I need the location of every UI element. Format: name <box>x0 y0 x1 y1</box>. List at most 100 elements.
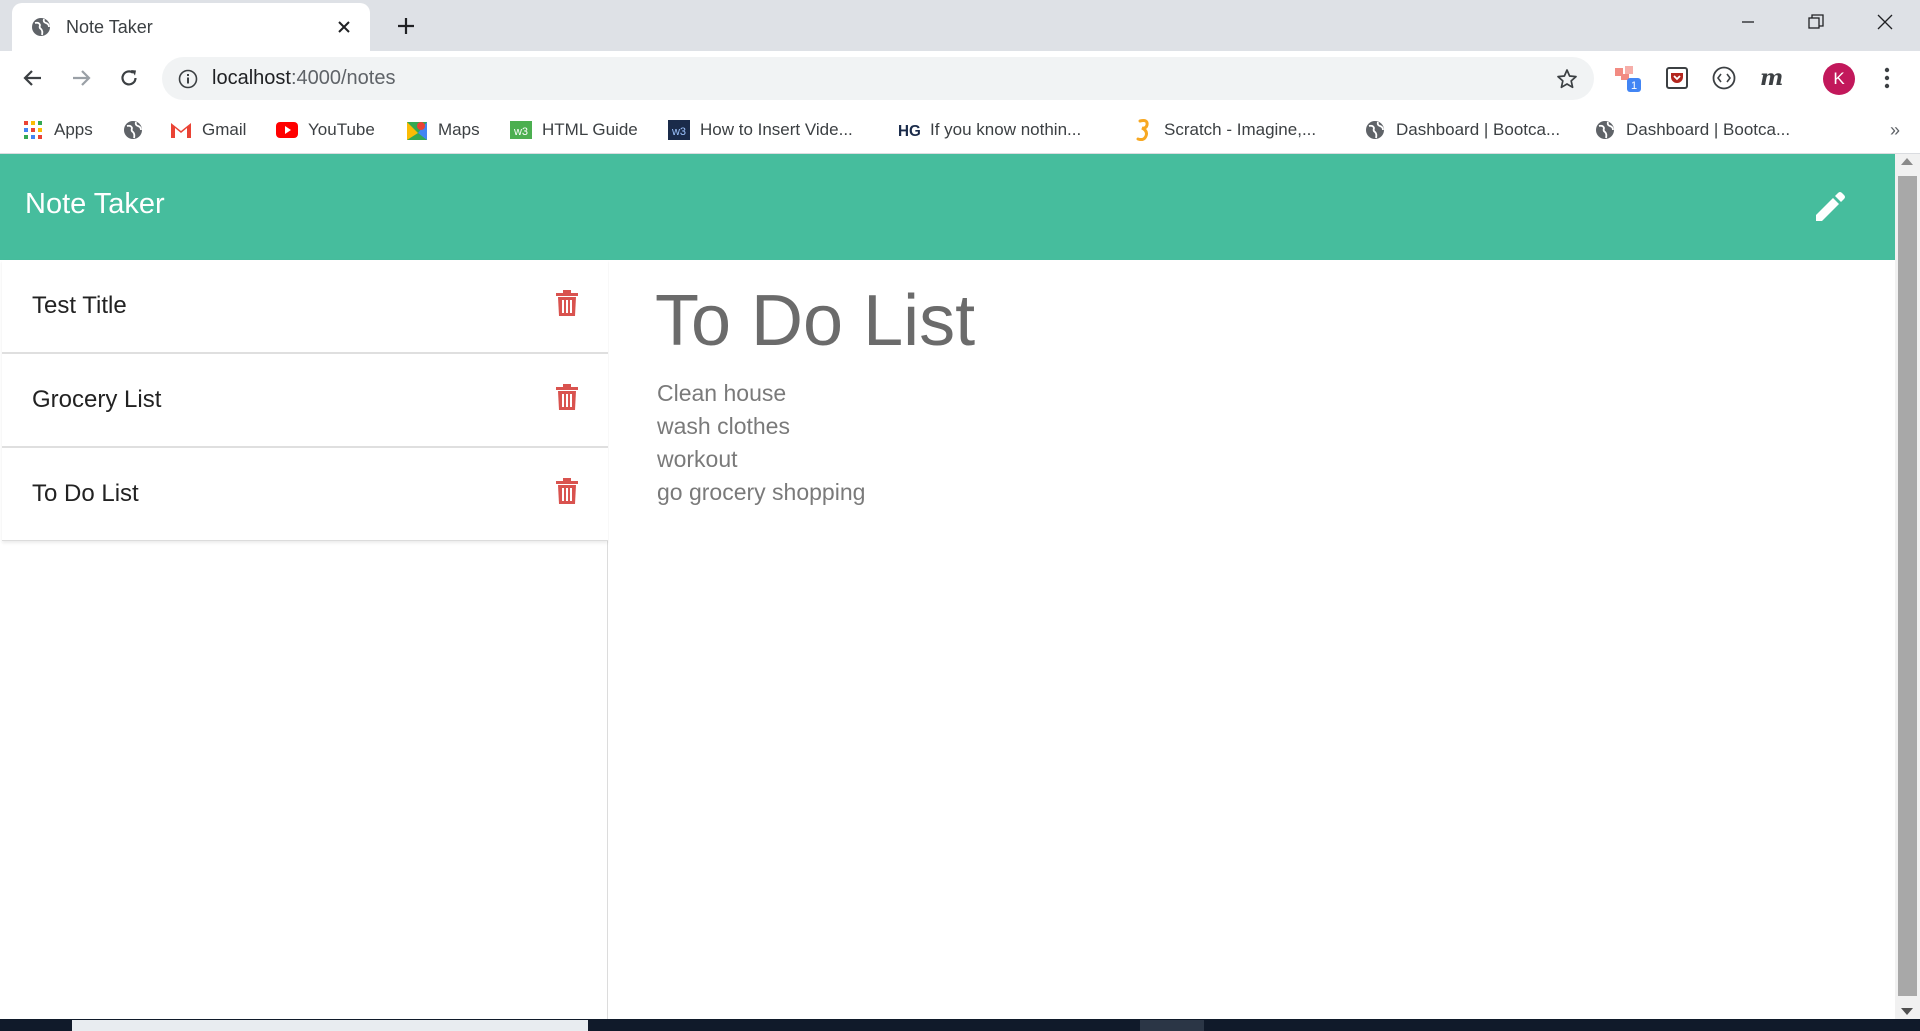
code-icon[interactable] <box>1707 61 1741 95</box>
note-line: Clean house <box>657 380 787 406</box>
bookmark-gmail[interactable]: Gmail <box>170 114 246 146</box>
m-icon[interactable]: m <box>1755 61 1789 95</box>
w3-dark-icon: w3 <box>668 119 690 141</box>
page-scrollbar[interactable] <box>1895 154 1920 1019</box>
globe-icon <box>1364 119 1386 141</box>
reload-icon <box>121 70 137 86</box>
pocket-icon[interactable] <box>1660 61 1694 95</box>
note-title[interactable]: To Do List <box>32 480 139 508</box>
bookmark-label: Scratch - Imagine,... <box>1164 120 1317 139</box>
list-item[interactable]: Test Title <box>2 260 608 354</box>
trash-icon[interactable] <box>554 288 580 318</box>
minimize-button[interactable] <box>1715 0 1781 44</box>
note-line: wash clothes <box>657 413 790 439</box>
bookmarks-bar: Apps Gmail YouTube Maps w3 HTML Guide w3… <box>0 106 1920 154</box>
bookmark-globe[interactable] <box>122 114 154 146</box>
url-host: localhost <box>212 67 291 89</box>
bookmark-star-icon[interactable] <box>1554 66 1580 92</box>
trash-icon[interactable] <box>554 382 580 412</box>
note-editor: To Do List Clean house wash clothes work… <box>609 260 1895 1019</box>
browser-tab-note-taker[interactable]: Note Taker <box>12 3 370 51</box>
scroll-up-arrow-icon[interactable] <box>1901 158 1913 165</box>
svg-text:w3: w3 <box>671 126 686 138</box>
back-button[interactable] <box>14 59 52 97</box>
bookmark-label: YouTube <box>308 120 375 139</box>
bookmark-label: Gmail <box>202 120 247 139</box>
extension-badge-icon[interactable]: 1 <box>1612 61 1646 95</box>
bookmark-label: If you know nothin... <box>930 120 1082 139</box>
bookmarks-overflow-button[interactable]: » <box>1890 120 1900 141</box>
bookmark-youtube[interactable]: YouTube <box>276 114 375 146</box>
notes-sidebar: Test Title Grocery List To Do List <box>0 260 608 1019</box>
new-note-pencil-icon[interactable] <box>1808 185 1852 229</box>
reload-button[interactable] <box>110 59 148 97</box>
globe-icon <box>122 119 144 141</box>
apps-grid-icon <box>22 119 44 141</box>
hg-icon: HG <box>898 119 920 141</box>
tab-title: Note Taker <box>66 16 153 37</box>
note-text-area[interactable]: Clean house wash clothes workout go groc… <box>657 377 865 509</box>
app-navbar: Note Taker <box>0 154 1895 260</box>
taskbar-search-box[interactable] <box>72 1020 588 1031</box>
scratch-icon <box>1132 119 1154 141</box>
app-brand[interactable]: Note Taker <box>25 188 165 221</box>
svg-text:w3: w3 <box>513 126 528 138</box>
bookmark-if-you-know[interactable]: HG If you know nothin... <box>898 114 1081 146</box>
bookmark-html-guide[interactable]: w3 HTML Guide <box>510 114 638 146</box>
arrow-left-icon <box>23 70 41 86</box>
scrollbar-thumb[interactable] <box>1898 176 1917 996</box>
forward-button[interactable] <box>62 59 100 97</box>
maps-icon <box>406 119 428 141</box>
globe-icon <box>1594 119 1616 141</box>
bookmark-dashboard-2[interactable]: Dashboard | Bootca... <box>1594 114 1790 146</box>
bookmark-insert-video[interactable]: w3 How to Insert Vide... <box>668 114 853 146</box>
info-icon[interactable] <box>178 69 198 89</box>
note-list: Test Title Grocery List To Do List <box>2 260 608 541</box>
bookmark-scratch[interactable]: Scratch - Imagine,... <box>1132 114 1316 146</box>
bookmark-dashboard-1[interactable]: Dashboard | Bootca... <box>1364 114 1560 146</box>
minimize-icon <box>1742 21 1754 23</box>
svg-text:HG: HG <box>898 123 920 140</box>
note-title-field[interactable]: To Do List <box>655 280 975 362</box>
plus-icon <box>398 18 414 34</box>
list-item[interactable]: To Do List <box>2 448 608 540</box>
youtube-icon <box>276 119 298 141</box>
note-line: workout <box>657 446 738 472</box>
tab-strip: Note Taker <box>0 0 1920 51</box>
svg-text:m: m <box>1760 66 1783 90</box>
bookmark-maps[interactable]: Maps <box>406 114 480 146</box>
list-item[interactable]: Grocery List <box>2 354 608 448</box>
arrow-right-icon <box>73 70 91 86</box>
bookmark-label: How to Insert Vide... <box>700 120 853 139</box>
gmail-icon <box>170 119 192 141</box>
bookmark-label: Dashboard | Bootca... <box>1396 120 1561 139</box>
address-bar[interactable]: localhost:4000/notes <box>162 57 1594 100</box>
note-taker-page: Note Taker Test Title Grocery List To Do… <box>0 154 1895 1019</box>
bookmark-label: Maps <box>438 120 480 139</box>
globe-icon <box>30 16 52 38</box>
new-tab-button[interactable] <box>388 8 424 44</box>
restore-icon <box>1808 14 1824 29</box>
browser-toolbar: localhost:4000/notes 1 m K <box>0 51 1920 106</box>
w3-icon: w3 <box>510 119 532 141</box>
os-taskbar <box>0 1019 1920 1031</box>
note-title[interactable]: Grocery List <box>32 386 161 414</box>
browser-window: Note Taker localhost:4000/notes 1 m K Ap… <box>0 0 1920 1031</box>
close-window-button[interactable] <box>1852 0 1918 44</box>
url-path: :4000/notes <box>290 67 396 89</box>
bookmark-label: Apps <box>54 120 93 139</box>
restore-button[interactable] <box>1783 0 1849 44</box>
close-icon <box>1877 14 1893 30</box>
note-title[interactable]: Test Title <box>32 292 127 320</box>
scroll-down-arrow-icon[interactable] <box>1901 1008 1913 1015</box>
more-menu-icon[interactable] <box>1870 61 1904 95</box>
bookmark-label: HTML Guide <box>542 120 638 139</box>
url-text: localhost:4000/notes <box>212 67 395 90</box>
note-line: go grocery shopping <box>657 479 866 505</box>
profile-avatar[interactable]: K <box>1823 63 1855 95</box>
taskbar-app-button[interactable] <box>1140 1020 1204 1031</box>
trash-icon[interactable] <box>554 476 580 506</box>
close-tab-icon[interactable] <box>330 13 358 41</box>
bookmark-apps[interactable]: Apps <box>22 114 93 146</box>
bookmark-label: Dashboard | Bootca... <box>1626 120 1791 139</box>
